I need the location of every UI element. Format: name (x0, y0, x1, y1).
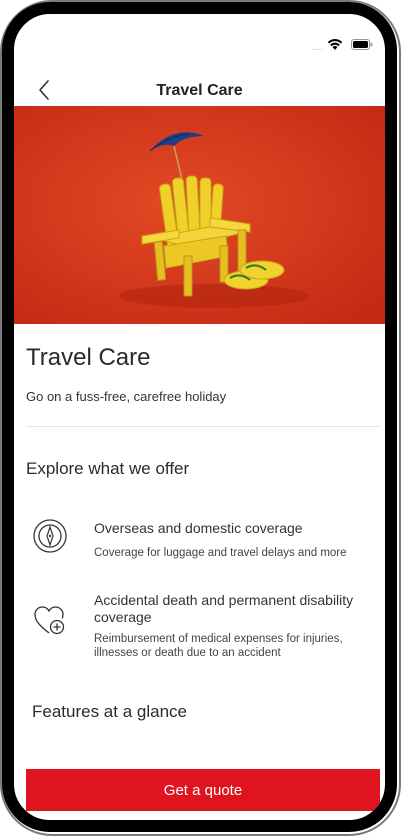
features-section-title: Features at a glance (32, 702, 187, 721)
navigation-bar: Travel Care (14, 72, 385, 108)
app-screen: .... Travel Care Travel Care Go on a fus… (14, 14, 385, 820)
wifi-icon (327, 39, 343, 50)
offer-item: Overseas and domestic coverage Coverage … (26, 519, 380, 570)
battery-icon (351, 39, 373, 50)
hero-image (14, 106, 385, 324)
signal-indicator: .... (311, 42, 323, 53)
offer-description: Reimbursement of medical expenses for in… (94, 633, 343, 659)
get-quote-button[interactable]: Get a quote (26, 769, 380, 811)
product-title: Travel Care (26, 344, 151, 371)
heart-plus-icon (34, 606, 65, 635)
beach-chair-illustration (14, 106, 385, 324)
status-bar: .... (14, 14, 385, 62)
compass-icon (33, 519, 67, 553)
device-frame: .... Travel Care Travel Care Go on a fus… (2, 2, 397, 832)
explore-section-title: Explore what we offer (26, 459, 190, 478)
divider (26, 426, 380, 427)
page-title: Travel Care (156, 82, 243, 99)
offer-description: Coverage for luggage and travel delays a… (94, 547, 347, 559)
product-subtitle: Go on a fuss-free, carefree holiday (26, 389, 227, 404)
offer-title: Overseas and domestic coverage (94, 520, 303, 536)
offer-title: Accidental death and permanent disabilit… (94, 592, 354, 625)
offer-item: Accidental death and permanent disabilit… (26, 592, 380, 672)
